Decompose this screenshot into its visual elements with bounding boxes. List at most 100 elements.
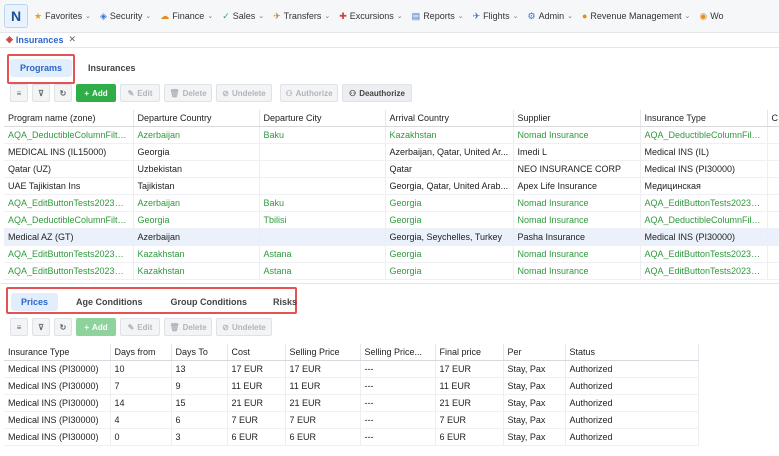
table-cell: [767, 211, 779, 229]
table-row[interactable]: Medical INS (PI30000) 0 3 6 EUR 6 EUR --- 6 EU…: [4, 428, 699, 446]
column-header[interactable]: Insurance Type: [640, 110, 768, 127]
column-header[interactable]: Days from: [110, 344, 172, 361]
lower-subtabs: Prices Age Conditions Group Conditions R…: [11, 293, 307, 311]
table-row[interactable]: AQA_EditButtonTests202310... Azerbaijan Ba…: [4, 194, 779, 212]
tab-prices[interactable]: Prices: [11, 293, 59, 311]
nav-item-admin[interactable]: ⚙ Admin ⌄: [528, 11, 573, 22]
filter-icon[interactable]: ⊽: [32, 318, 50, 336]
table-row[interactable]: MEDICAL INS (IL15000) Georgia Azerbaijan, …: [4, 143, 779, 161]
table-cell: MEDICAL INS (IL15000): [4, 143, 134, 161]
nav-item-flights[interactable]: ✈ Flights ⌄: [473, 11, 519, 22]
table-cell: Azerbaijan: [133, 228, 260, 246]
table-cell: UAE Tajikistan Ins: [4, 177, 134, 195]
table-cell: ---: [360, 411, 436, 429]
column-header[interactable]: Arrival Country: [385, 110, 514, 127]
column-header[interactable]: Selling Price: [285, 344, 361, 361]
column-header[interactable]: Selling Price...: [360, 344, 436, 361]
undelete-button[interactable]: ⊘ Undelete: [216, 318, 272, 336]
tab-group-conditions[interactable]: Group Conditions: [161, 293, 258, 311]
table-row[interactable]: AQA_EditButtonTests202310... Kazakhstan As…: [4, 245, 779, 263]
nav-icon: ☁: [160, 10, 170, 21]
column-header[interactable]: C: [767, 110, 779, 127]
table-row[interactable]: Qatar (UZ) Uzbekistan Qatar NEO INSURANCE C…: [4, 160, 779, 178]
settings-sliders-icon[interactable]: ≡: [10, 318, 28, 336]
tab-risks[interactable]: Risks: [263, 293, 307, 311]
table-cell: Medical AZ (GT): [4, 228, 134, 246]
nav-item-transfers[interactable]: ✈ Transfers ⌄: [273, 11, 330, 22]
filter-icon[interactable]: ⊽: [32, 84, 50, 102]
authorize-button[interactable]: ⚇ Authorize: [280, 84, 338, 102]
close-icon[interactable]: ✕: [68, 34, 76, 45]
column-header[interactable]: Departure City: [259, 110, 386, 127]
nav-item-favorites[interactable]: ★ Favorites ⌄: [34, 11, 91, 22]
column-header[interactable]: Days To: [171, 344, 228, 361]
tab-programs[interactable]: Programs: [10, 59, 73, 77]
programs-header-row: Program name (zone) Departure Country Depa…: [4, 110, 779, 127]
refresh-icon[interactable]: ↻: [54, 318, 72, 336]
nav-item-wo[interactable]: ◉ Wo: [699, 11, 723, 22]
column-header[interactable]: Departure Country: [133, 110, 260, 127]
trash-icon: 🗑: [169, 88, 180, 98]
table-row[interactable]: AQA_DeductibleColumnFilte... Georgia Tbili…: [4, 211, 779, 229]
prices-body: Medical INS (PI30000) 10 13 17 EUR 17 EUR ---…: [4, 360, 699, 446]
table-cell: 7: [110, 377, 172, 395]
table-row[interactable]: Medical INS (PI30000) 7 9 11 EUR 11 EUR --- 11…: [4, 377, 699, 395]
column-header[interactable]: Per: [503, 344, 566, 361]
column-header[interactable]: Status: [565, 344, 699, 361]
column-header[interactable]: Cost: [227, 344, 286, 361]
nav-item-label: Favorites: [45, 11, 83, 21]
tab-insurances[interactable]: Insurances: [78, 59, 146, 77]
tab-age-conditions[interactable]: Age Conditions: [66, 293, 153, 311]
delete-button[interactable]: 🗑 Delete: [164, 84, 212, 102]
edit-button[interactable]: ✎ Edit: [120, 84, 160, 102]
chevron-down-icon: ⌄: [145, 13, 152, 20]
deauthorize-button[interactable]: ⚇ Deauthorize: [342, 84, 412, 102]
add-button[interactable]: + Add: [76, 84, 116, 102]
table-cell: 0: [110, 428, 172, 446]
add-button[interactable]: + Add: [76, 318, 116, 336]
refresh-icon[interactable]: ↻: [54, 84, 72, 102]
document-tab-insurances[interactable]: ◈ Insurances ✕: [6, 34, 76, 45]
table-row[interactable]: Medical AZ (GT) Azerbaijan Georgia, Seyche…: [4, 228, 779, 246]
undelete-button[interactable]: ⊘ Undelete: [216, 84, 272, 102]
table-cell: Medical INS (PI30000): [640, 160, 768, 178]
table-cell: Qatar: [385, 160, 514, 178]
table-cell: 17 EUR: [435, 360, 504, 378]
column-header[interactable]: Supplier: [513, 110, 641, 127]
table-cell: Qatar (UZ): [4, 160, 134, 178]
nav-item-security[interactable]: ◈ Security ⌄: [100, 11, 151, 22]
table-row[interactable]: AQA_DeductibleColumnFilte... Azerbaijan Ba…: [4, 126, 779, 144]
table-cell: 13: [171, 360, 228, 378]
table-cell: Medical INS (PI30000): [4, 360, 111, 378]
nav-item-reports[interactable]: ▤ Reports ⌄: [412, 11, 464, 22]
chevron-down-icon: ⌄: [207, 13, 214, 20]
table-row[interactable]: Medical INS (PI30000) 4 6 7 EUR 7 EUR --- 7 EU…: [4, 411, 699, 429]
table-cell: Astana: [259, 245, 386, 263]
table-cell: AQA_EditButtonTests202310...: [4, 245, 134, 263]
nav-icon: ✈: [273, 10, 281, 21]
delete-button[interactable]: 🗑 Delete: [164, 318, 212, 336]
table-row[interactable]: UAE Tajikistan Ins Tajikistan Georgia, Qat…: [4, 177, 779, 195]
column-header[interactable]: Program name (zone): [4, 110, 134, 127]
column-header[interactable]: Final price: [435, 344, 504, 361]
table-cell: Georgia: [133, 211, 260, 229]
nav-item-finance[interactable]: ☁ Finance ⌄: [160, 11, 213, 22]
column-header[interactable]: Insurance Type: [4, 344, 111, 361]
table-row[interactable]: Medical INS (PI30000) 10 13 17 EUR 17 EUR ---…: [4, 360, 699, 378]
nav-item-revenue-management[interactable]: ● Revenue Management ⌄: [582, 11, 690, 21]
table-cell: Authorized: [565, 411, 699, 429]
chevron-down-icon: ⌄: [567, 13, 573, 20]
app-logo[interactable]: N: [4, 4, 28, 28]
nav-item-label: Wo: [710, 11, 724, 21]
nav-item-sales[interactable]: ✓ Sales ⌄: [222, 11, 264, 22]
table-cell: Imedi L: [513, 143, 641, 161]
edit-button[interactable]: ✎ Edit: [120, 318, 160, 336]
table-row[interactable]: AQA_EditButtonTests202310... Kazakhstan As…: [4, 262, 779, 280]
settings-sliders-icon[interactable]: ≡: [10, 84, 28, 102]
chevron-down-icon: ⌄: [396, 13, 403, 20]
nav-icon: ✈: [472, 10, 481, 21]
table-row[interactable]: Medical INS (PI30000) 14 15 21 EUR 21 EUR ---…: [4, 394, 699, 412]
table-cell: Georgia: [385, 194, 514, 212]
table-cell: Georgia, Seychelles, Turkey: [385, 228, 514, 246]
nav-item-excursions[interactable]: ✚ Excursions ⌄: [339, 11, 402, 22]
